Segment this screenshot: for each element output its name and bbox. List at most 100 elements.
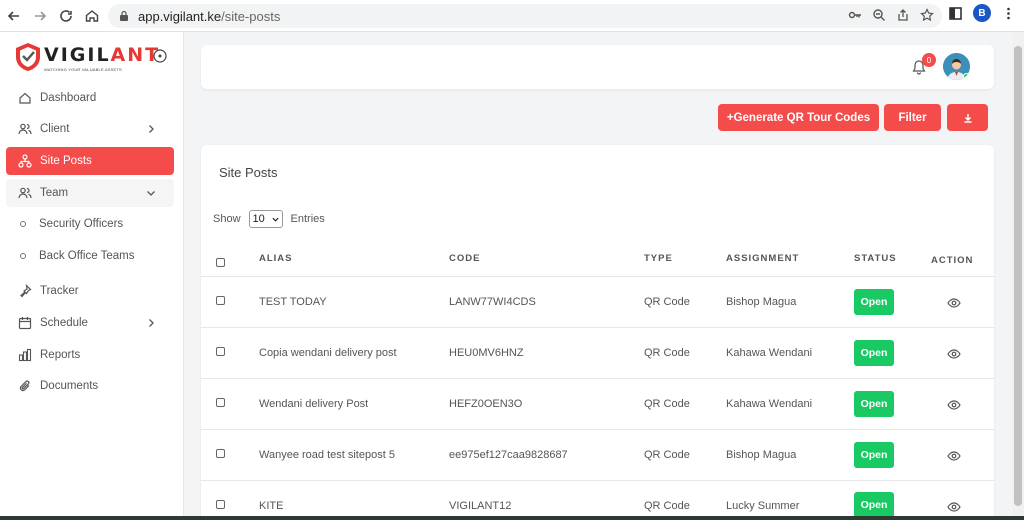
cell-code: HEU0MV6HNZ [449,347,524,359]
browser-toolbar: app.vigilant.ke/site-posts B [0,0,1024,32]
sidebar-item-client[interactable]: Client [6,115,174,143]
cell-alias: Wanyee road test sitepost 5 [259,449,395,461]
arrow-right-icon [35,11,47,21]
back-button[interactable] [0,2,28,30]
row-checkbox[interactable] [216,398,225,407]
cell-code: VIGILANT12 [449,500,512,512]
logo-wordmark: VIGILANT [44,44,160,66]
cell-type: QR Code [644,449,690,461]
sidebar-item-label: Reports [40,349,81,361]
status-badge: Open [854,340,894,366]
cell-type: QR Code [644,347,690,359]
cell-assignment: Kahawa Wendani [726,347,813,359]
bar-chart-icon [18,348,32,362]
reload-icon [60,10,72,22]
address-bar[interactable]: app.vigilant.ke/site-posts [108,4,942,28]
sidebar-item-site-posts[interactable]: Site Posts [6,147,174,175]
logo-tagline: WATCHING YOUR VALUABLE ASSETS [44,67,122,72]
star-icon[interactable] [920,8,934,22]
logo-part-a: VIGIL [44,44,111,66]
status-badge: Open [854,289,894,315]
sidebar-item-tracker[interactable]: Tracker [6,277,174,305]
cell-code: HEFZ0OEN3O [449,398,523,410]
card-title: Site Posts [219,165,278,180]
sidebar-subitem-back-office-teams[interactable]: Back Office Teams [20,244,170,268]
profile-avatar[interactable]: B [973,4,991,22]
row-divider [201,480,994,481]
users-icon [18,123,32,135]
sitemap-icon [18,154,32,168]
zoom-icon[interactable] [872,8,886,22]
sidebar-subitem-security-officers[interactable]: Security Officers [20,212,170,236]
column-header-alias[interactable]: ALIAS [259,253,293,264]
sidebar-item-label: Dashboard [40,92,97,104]
page-scrollbar[interactable] [1012,32,1024,520]
cell-code: LANW77WI4CDS [449,296,536,308]
show-label: Show [213,213,241,225]
eye-icon[interactable] [947,400,961,410]
home-icon [85,10,99,22]
cell-type: QR Code [644,398,690,410]
cell-alias: KITE [259,500,284,512]
column-header-code[interactable]: CODE [449,253,480,264]
online-indicator [963,73,970,80]
sidebar-item-label: Tracker [40,285,79,297]
cell-alias: TEST TODAY [259,296,327,308]
calendar-icon [18,317,32,330]
cell-assignment: Bishop Magua [726,296,797,308]
sidebar-item-label: Team [40,187,69,199]
eye-icon[interactable] [947,502,961,512]
key-icon[interactable] [848,8,862,22]
logo[interactable]: VIGILANT WATCHING YOUR VALUABLE ASSETS [14,40,174,74]
column-header-type[interactable]: TYPE [644,253,673,264]
eye-icon[interactable] [947,349,961,359]
lock-icon [120,10,128,21]
kebab-menu-icon[interactable] [1001,6,1016,21]
site-posts-card: Site Posts Show 10 Entries ALIAS CODE TY… [201,145,994,520]
chevron-right-icon [149,319,154,327]
download-button[interactable] [947,104,988,131]
topbar: 0 [201,45,994,89]
sidebar-item-dashboard[interactable]: Dashboard [6,84,174,112]
sidebar-item-documents[interactable]: Documents [6,372,174,400]
entries-select[interactable]: 10 [248,210,283,228]
sidebar-item-schedule[interactable]: Schedule [6,309,174,337]
status-badge: Open [854,492,894,518]
cell-assignment: Kahawa Wendani [726,398,813,410]
entries-select-value: 10 [252,213,265,225]
eye-icon[interactable] [947,451,961,461]
cell-assignment: Bishop Magua [726,449,797,461]
user-avatar[interactable] [943,53,970,80]
row-checkbox[interactable] [216,500,225,509]
column-header-status[interactable]: STATUS [854,253,897,264]
share-icon[interactable] [896,8,910,22]
forward-button[interactable] [26,2,54,30]
reload-button[interactable] [52,2,80,30]
sidebar-subitem-label: Security Officers [39,218,124,230]
bullet-icon [20,221,26,227]
entries-label: Entries [290,213,325,225]
users-icon [18,187,32,199]
row-checkbox[interactable] [216,449,225,458]
column-header-action[interactable]: ACTION [931,255,973,266]
home-button[interactable] [78,2,106,30]
sidepanel-icon[interactable] [948,6,963,21]
sidebar-item-reports[interactable]: Reports [6,341,174,369]
sidebar-item-team[interactable]: Team [6,179,174,207]
row-checkbox[interactable] [216,347,225,356]
column-header-assignment[interactable]: ASSIGNMENT [726,253,799,264]
eye-icon[interactable] [947,298,961,308]
circle-dot-icon[interactable] [153,49,167,63]
sidebar-item-label: Documents [40,380,99,392]
select-all-checkbox[interactable] [216,258,225,267]
sidebar: VIGILANT WATCHING YOUR VALUABLE ASSETS D… [0,32,184,520]
cell-alias: Wendani delivery Post [259,398,369,410]
shield-icon [16,43,40,71]
home-icon [19,92,31,104]
cell-alias: Copia wendani delivery post [259,347,397,359]
scrollbar-thumb[interactable] [1014,46,1022,506]
filter-button[interactable]: Filter [884,104,941,131]
row-checkbox[interactable] [216,296,225,305]
generate-qr-tour-codes-button[interactable]: +Generate QR Tour Codes [718,104,879,131]
paperclip-icon [19,380,30,392]
